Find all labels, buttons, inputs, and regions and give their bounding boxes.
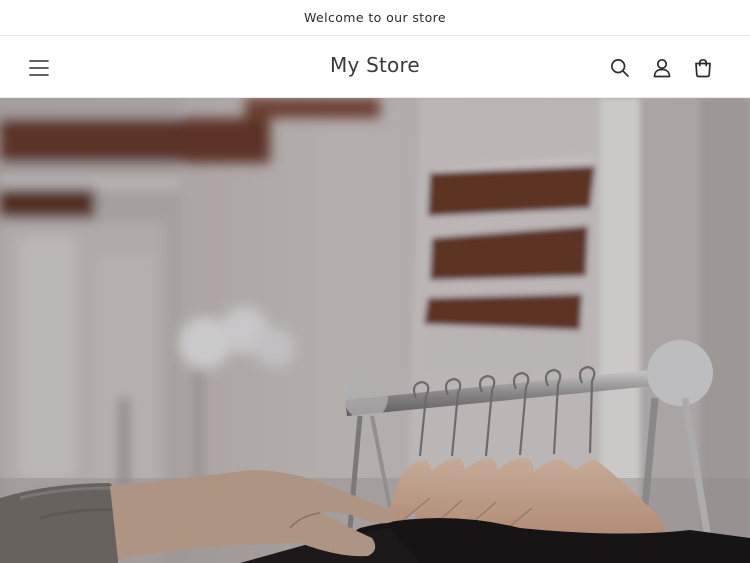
search-button[interactable]: [603, 51, 637, 85]
cart-icon: [695, 58, 711, 78]
store-logo[interactable]: My Store: [0, 53, 750, 77]
account-button[interactable]: [645, 51, 679, 85]
announcement-bar: Welcome to our store: [0, 0, 750, 36]
search-icon: [611, 59, 629, 77]
store-logo-link[interactable]: My Store: [330, 53, 420, 77]
hero-image: [0, 98, 750, 563]
hero-banner: [0, 98, 750, 563]
site-header: My Store: [0, 37, 750, 98]
cart-button[interactable]: [686, 51, 720, 85]
account-icon: [653, 58, 671, 78]
announcement-text: Welcome to our store: [304, 10, 446, 25]
